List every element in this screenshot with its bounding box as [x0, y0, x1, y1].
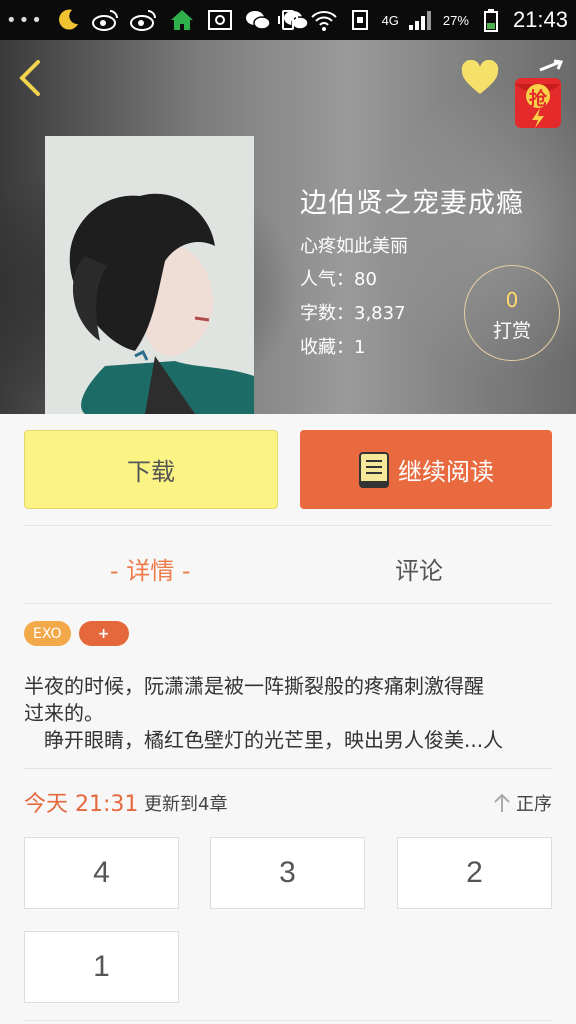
divider	[24, 768, 552, 769]
moon-icon	[54, 8, 82, 32]
book-title: 边伯贤之宠妻成瘾	[300, 188, 524, 219]
red-packet-button[interactable]: 抢	[512, 58, 566, 130]
synopsis-line: 睁开眼睛，橘红色壁灯的光芒里，映出男人俊美...人	[24, 728, 504, 752]
divider	[24, 525, 552, 526]
chapter-button[interactable]: 3	[210, 837, 365, 909]
chapter-button[interactable]: 2	[397, 837, 552, 909]
continue-reading-button[interactable]: 继续阅读	[300, 430, 552, 509]
favorite-button[interactable]	[460, 59, 500, 96]
tip-label: 打赏	[492, 320, 531, 342]
sort-label: 正序	[516, 794, 552, 815]
divider	[24, 1020, 552, 1021]
wifi-icon	[310, 8, 338, 32]
sim-icon	[346, 8, 374, 32]
update-text: 更新到4章	[144, 794, 228, 815]
chevron-left-icon	[19, 60, 40, 96]
wordcount-label: 字数：	[300, 303, 354, 324]
book-icon	[359, 451, 389, 488]
download-button[interactable]: 下载	[24, 430, 278, 509]
update-row: 今天 21:31 更新到4章 正序	[24, 786, 552, 820]
status-right: 4G 27% 21:43	[274, 0, 568, 40]
screenshot-icon	[206, 8, 234, 32]
tip-button[interactable]: 0 打赏	[464, 265, 560, 361]
tag-exo[interactable]: EXO	[24, 621, 71, 646]
continue-reading-label: 继续阅读	[398, 458, 494, 486]
tab-comments[interactable]: 评论	[395, 546, 443, 590]
weibo-icon-2	[129, 8, 158, 32]
more-dots: •••	[6, 9, 44, 31]
network-type: 4G	[381, 12, 399, 28]
add-tag-button[interactable]: +	[78, 621, 129, 646]
tag-list: EXO +	[24, 621, 129, 646]
synopsis-line: 过来的。	[24, 701, 104, 725]
tab-detail[interactable]: - 详情 -	[110, 546, 191, 590]
download-label: 下载	[127, 458, 175, 486]
red-packet-label: 抢	[529, 89, 547, 110]
status-bar: ••• 4G 27% 21:43	[0, 0, 576, 40]
battery-percent: 27%	[442, 12, 469, 28]
synopsis[interactable]: 半夜的时候，阮潇潇是被一阵撕裂般的疼痛刺激得醒 过来的。 睁开眼睛，橘红色壁灯的…	[24, 673, 554, 754]
cover-illustration	[45, 136, 254, 414]
arrow-up-icon	[494, 793, 510, 812]
book-header: 抢 边伯贤之宠妻成瘾 心疼如此美丽 人气：80 字数：3,837 收藏：1 0 …	[0, 40, 576, 414]
favorites-value: 1	[354, 337, 366, 358]
chapter-button[interactable]: 1	[24, 931, 179, 1003]
wordcount-value: 3,837	[354, 303, 406, 324]
home-icon	[168, 8, 196, 32]
heart-icon	[461, 59, 499, 94]
signal-icon	[407, 8, 435, 32]
synopsis-line: 半夜的时候，阮潇潇是被一阵撕裂般的疼痛刺激得醒	[24, 674, 484, 698]
chapter-button[interactable]: 4	[24, 837, 179, 909]
weibo-icon	[91, 8, 120, 32]
update-time: 今天 21:31	[24, 792, 139, 817]
sort-order-button[interactable]: 正序	[492, 790, 552, 816]
tip-count: 0	[505, 288, 519, 312]
clock: 21:43	[512, 7, 568, 32]
vibrate-icon	[274, 8, 302, 32]
favorites-label: 收藏：	[300, 337, 354, 358]
divider	[24, 603, 552, 604]
wechat-icon	[244, 8, 272, 32]
status-left: •••	[6, 0, 310, 40]
book-cover	[45, 136, 254, 414]
back-button[interactable]	[14, 58, 46, 98]
book-author: 心疼如此美丽	[300, 236, 408, 257]
battery-icon	[477, 8, 505, 32]
popularity-label: 人气：	[300, 269, 354, 290]
popularity-value: 80	[354, 269, 377, 290]
